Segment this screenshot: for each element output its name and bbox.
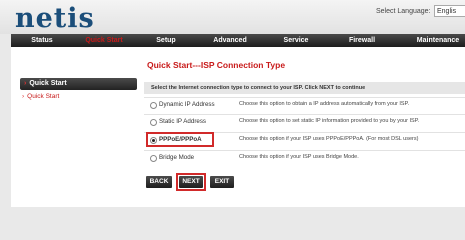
option-description: Choose this option if your ISP uses Brid… xyxy=(239,154,359,160)
page-title: Quick Start---ISP Connection Type xyxy=(147,60,286,70)
option-row-static-ip[interactable]: Static IP Address Choose this option to … xyxy=(144,114,465,129)
option-label: Static IP Address xyxy=(159,118,207,125)
next-highlight-box xyxy=(176,173,206,191)
tab-status[interactable]: Status xyxy=(11,34,73,47)
tab-firewall[interactable]: Firewall xyxy=(329,34,395,47)
option-row-bridge[interactable]: Bridge Mode Choose this option if your I… xyxy=(144,150,465,165)
exit-button[interactable]: EXIT xyxy=(210,176,234,188)
option-description: Choose this option if your ISP uses PPPo… xyxy=(239,136,419,142)
tab-service[interactable]: Service xyxy=(263,34,329,47)
option-label: Dynamic IP Address xyxy=(159,101,215,108)
radio-bridge[interactable] xyxy=(150,155,157,162)
chevron-right-icon: › xyxy=(22,93,25,100)
tab-maintenance[interactable]: Maintenance xyxy=(395,34,465,47)
option-label: Bridge Mode xyxy=(159,154,195,161)
tab-advanced[interactable]: Advanced xyxy=(197,34,263,47)
back-button[interactable]: BACK xyxy=(146,176,172,188)
language-label: Select Language: xyxy=(376,8,431,15)
tab-quick-start[interactable]: Quick Start xyxy=(73,34,135,47)
radio-static-ip[interactable] xyxy=(150,119,157,126)
tab-setup[interactable]: Setup xyxy=(135,34,197,47)
radio-dynamic-ip[interactable] xyxy=(150,102,157,109)
pppoe-highlight-box xyxy=(146,132,214,147)
option-description: Choose this option to set static IP info… xyxy=(239,118,420,124)
header-bar: netis Select Language: Englis xyxy=(0,0,465,34)
language-select[interactable]: Englis xyxy=(434,5,465,17)
sidebar-title-label: Quick Start xyxy=(29,80,67,87)
netis-logo: netis xyxy=(15,3,95,34)
sidebar-item-quick-start[interactable]: › Quick Start xyxy=(22,93,59,100)
sidebar-item-label: Quick Start xyxy=(27,93,60,100)
sidebar-title: › Quick Start xyxy=(20,78,137,90)
chevron-right-icon: › xyxy=(24,80,27,87)
instruction-text: Select the Internet connection type to c… xyxy=(144,82,465,94)
main-nav: Status Quick Start Setup Advanced Servic… xyxy=(11,34,465,47)
option-description: Choose this option to obtain a IP addres… xyxy=(239,101,410,107)
option-row-dynamic-ip[interactable]: Dynamic IP Address Choose this option to… xyxy=(144,97,465,112)
